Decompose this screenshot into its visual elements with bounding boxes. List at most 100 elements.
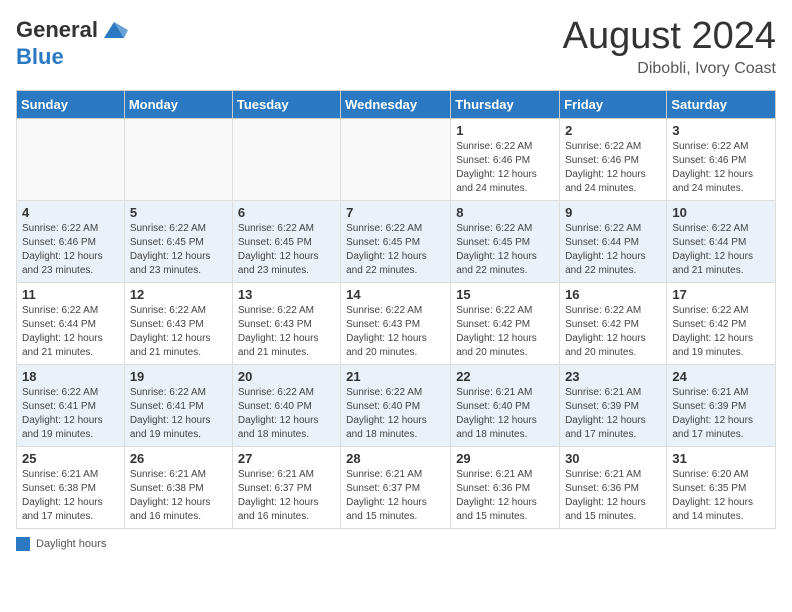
day-number: 30 [565,451,661,466]
day-info: Sunrise: 6:22 AM Sunset: 6:45 PM Dayligh… [346,222,445,278]
month-year-title: August 2024 [563,16,776,58]
col-sunday: Sunday [17,90,125,118]
day-info: Sunrise: 6:22 AM Sunset: 6:45 PM Dayligh… [130,222,227,278]
day-info: Sunrise: 6:21 AM Sunset: 6:36 PM Dayligh… [456,468,554,524]
table-row: 1 Sunrise: 6:22 AM Sunset: 6:46 PM Daylig… [451,118,560,200]
logo-general-text: General [16,17,98,43]
day-number: 8 [456,205,554,220]
col-thursday: Thursday [451,90,560,118]
day-info: Sunrise: 6:22 AM Sunset: 6:45 PM Dayligh… [238,222,335,278]
day-number: 9 [565,205,661,220]
table-row [341,118,451,200]
calendar-week-row: 25 Sunrise: 6:21 AM Sunset: 6:38 PM Dayli… [17,446,776,528]
day-info: Sunrise: 6:22 AM Sunset: 6:44 PM Dayligh… [22,304,119,360]
table-row: 5 Sunrise: 6:22 AM Sunset: 6:45 PM Daylig… [124,200,232,282]
table-row: 6 Sunrise: 6:22 AM Sunset: 6:45 PM Daylig… [232,200,340,282]
day-info: Sunrise: 6:21 AM Sunset: 6:39 PM Dayligh… [565,386,661,442]
day-info: Sunrise: 6:22 AM Sunset: 6:43 PM Dayligh… [346,304,445,360]
day-number: 21 [346,369,445,384]
day-number: 19 [130,369,227,384]
table-row [232,118,340,200]
table-row: 23 Sunrise: 6:21 AM Sunset: 6:39 PM Dayli… [560,364,667,446]
day-number: 17 [672,287,770,302]
table-row: 20Sunrise: 6:22 AM Sunset: 6:40 PM Dayli… [232,364,340,446]
day-info: Sunrise: 6:22 AM Sunset: 6:46 PM Dayligh… [672,140,770,196]
title-block: August 2024 Dibobli, Ivory Coast [563,16,776,78]
calendar-week-row: 4Sunrise: 6:22 AM Sunset: 6:46 PM Daylig… [17,200,776,282]
col-friday: Friday [560,90,667,118]
daylight-label: Daylight hours [36,538,106,550]
day-info: Sunrise: 6:22 AM Sunset: 6:44 PM Dayligh… [672,222,770,278]
day-info: Sunrise: 6:22 AM Sunset: 6:46 PM Dayligh… [456,140,554,196]
day-info: Sunrise: 6:22 AM Sunset: 6:40 PM Dayligh… [346,386,445,442]
day-info: Sunrise: 6:22 AM Sunset: 6:42 PM Dayligh… [672,304,770,360]
col-saturday: Saturday [667,90,776,118]
day-number: 24 [672,369,770,384]
day-number: 16 [565,287,661,302]
day-number: 6 [238,205,335,220]
logo-blue-text: Blue [16,44,64,70]
day-info: Sunrise: 6:22 AM Sunset: 6:40 PM Dayligh… [238,386,335,442]
day-info: Sunrise: 6:22 AM Sunset: 6:43 PM Dayligh… [130,304,227,360]
day-number: 5 [130,205,227,220]
table-row: 14 Sunrise: 6:22 AM Sunset: 6:43 PM Dayli… [341,282,451,364]
day-number: 27 [238,451,335,466]
table-row: 15Sunrise: 6:22 AM Sunset: 6:42 PM Dayli… [451,282,560,364]
table-row: 28Sunrise: 6:21 AM Sunset: 6:37 PM Dayli… [341,446,451,528]
daylight-icon [16,537,30,551]
table-row: 18Sunrise: 6:22 AM Sunset: 6:41 PM Dayli… [17,364,125,446]
day-info: Sunrise: 6:22 AM Sunset: 6:44 PM Dayligh… [565,222,661,278]
logo-icon [100,16,128,44]
table-row: 29Sunrise: 6:21 AM Sunset: 6:36 PM Dayli… [451,446,560,528]
day-number: 26 [130,451,227,466]
table-row: 7 Sunrise: 6:22 AM Sunset: 6:45 PM Daylig… [341,200,451,282]
day-info: Sunrise: 6:22 AM Sunset: 6:41 PM Dayligh… [22,386,119,442]
calendar-week-row: 1 Sunrise: 6:22 AM Sunset: 6:46 PM Daylig… [17,118,776,200]
table-row [17,118,125,200]
table-row: 25 Sunrise: 6:21 AM Sunset: 6:38 PM Dayli… [17,446,125,528]
day-info: Sunrise: 6:21 AM Sunset: 6:36 PM Dayligh… [565,468,661,524]
table-row: 17 Sunrise: 6:22 AM Sunset: 6:42 PM Dayli… [667,282,776,364]
table-row: 19 Sunrise: 6:22 AM Sunset: 6:41 PM Dayli… [124,364,232,446]
day-number: 25 [22,451,119,466]
table-row [124,118,232,200]
day-number: 15 [456,287,554,302]
day-info: Sunrise: 6:21 AM Sunset: 6:38 PM Dayligh… [22,468,119,524]
day-number: 22 [456,369,554,384]
table-row: 21 Sunrise: 6:22 AM Sunset: 6:40 PM Dayli… [341,364,451,446]
day-number: 1 [456,123,554,138]
day-info: Sunrise: 6:22 AM Sunset: 6:42 PM Dayligh… [565,304,661,360]
location-subtitle: Dibobli, Ivory Coast [563,60,776,78]
calendar-week-row: 18Sunrise: 6:22 AM Sunset: 6:41 PM Dayli… [17,364,776,446]
day-info: Sunrise: 6:21 AM Sunset: 6:39 PM Dayligh… [672,386,770,442]
day-info: Sunrise: 6:21 AM Sunset: 6:37 PM Dayligh… [238,468,335,524]
day-number: 14 [346,287,445,302]
calendar-week-row: 11 Sunrise: 6:22 AM Sunset: 6:44 PM Dayli… [17,282,776,364]
calendar-header-row: Sunday Monday Tuesday Wednesday Thursday… [17,90,776,118]
table-row: 8Sunrise: 6:22 AM Sunset: 6:45 PM Daylig… [451,200,560,282]
table-row: 13 Sunrise: 6:22 AM Sunset: 6:43 PM Dayli… [232,282,340,364]
day-info: Sunrise: 6:20 AM Sunset: 6:35 PM Dayligh… [672,468,770,524]
table-row: 10Sunrise: 6:22 AM Sunset: 6:44 PM Dayli… [667,200,776,282]
logo: General Blue [16,16,128,70]
day-info: Sunrise: 6:21 AM Sunset: 6:37 PM Dayligh… [346,468,445,524]
table-row: 24 Sunrise: 6:21 AM Sunset: 6:39 PM Dayli… [667,364,776,446]
day-info: Sunrise: 6:22 AM Sunset: 6:41 PM Dayligh… [130,386,227,442]
day-number: 13 [238,287,335,302]
col-tuesday: Tuesday [232,90,340,118]
col-monday: Monday [124,90,232,118]
day-info: Sunrise: 6:22 AM Sunset: 6:46 PM Dayligh… [22,222,119,278]
day-number: 3 [672,123,770,138]
table-row: 26 Sunrise: 6:21 AM Sunset: 6:38 PM Dayli… [124,446,232,528]
table-row: 9 Sunrise: 6:22 AM Sunset: 6:44 PM Daylig… [560,200,667,282]
day-info: Sunrise: 6:21 AM Sunset: 6:40 PM Dayligh… [456,386,554,442]
day-info: Sunrise: 6:21 AM Sunset: 6:38 PM Dayligh… [130,468,227,524]
day-number: 7 [346,205,445,220]
table-row: 31Sunrise: 6:20 AM Sunset: 6:35 PM Dayli… [667,446,776,528]
col-wednesday: Wednesday [341,90,451,118]
table-row: 27 Sunrise: 6:21 AM Sunset: 6:37 PM Dayli… [232,446,340,528]
day-number: 11 [22,287,119,302]
day-number: 23 [565,369,661,384]
day-info: Sunrise: 6:22 AM Sunset: 6:46 PM Dayligh… [565,140,661,196]
day-info: Sunrise: 6:22 AM Sunset: 6:43 PM Dayligh… [238,304,335,360]
